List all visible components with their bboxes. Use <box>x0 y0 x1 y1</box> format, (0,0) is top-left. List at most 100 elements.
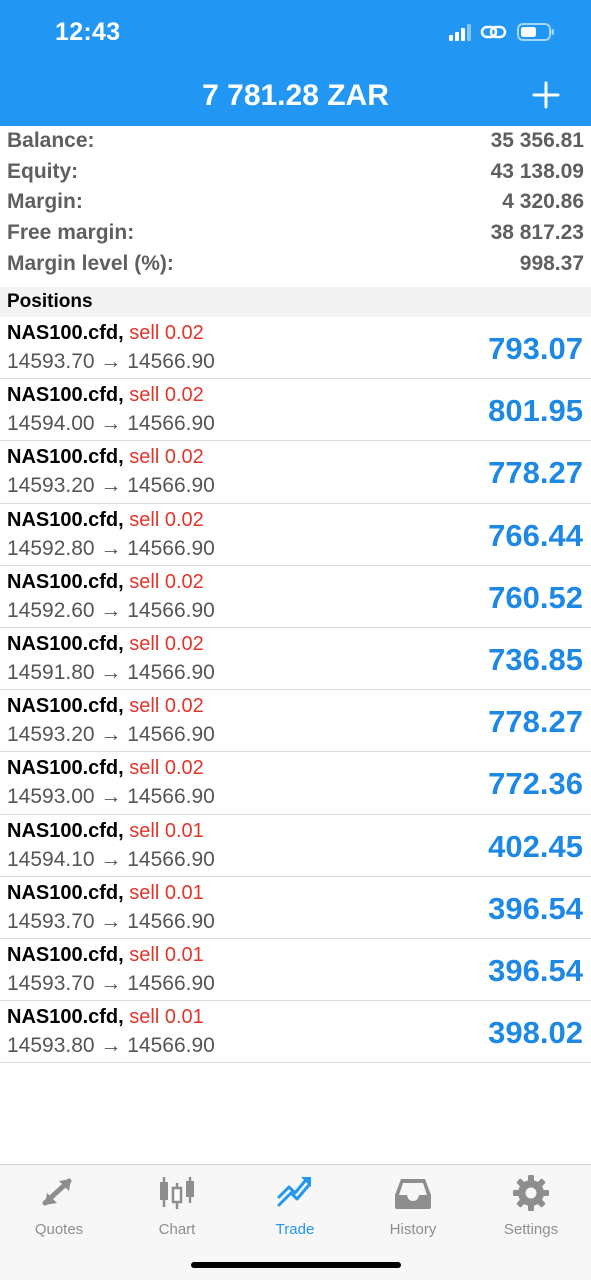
position-prices: 14593.70 → 14566.90 <box>7 350 215 373</box>
summary-value: 4 320.86 <box>502 190 584 214</box>
position-prices: 14593.00 → 14566.90 <box>7 785 215 809</box>
tab-quotes[interactable]: Quotes <box>0 1173 118 1238</box>
plus-icon[interactable] <box>531 80 561 110</box>
positions-list: NAS100.cfd, sell 0.02 14593.70 → 14566.90… <box>0 317 591 1064</box>
position-header: NAS100.cfd, sell 0.02 <box>7 383 204 407</box>
battery-icon <box>517 23 554 41</box>
position-header: NAS100.cfd, sell 0.02 <box>7 321 204 345</box>
position-header: NAS100.cfd, sell 0.01 <box>7 881 204 905</box>
summary-value: 38 817.23 <box>490 221 584 245</box>
position-profit: 778.27 <box>488 455 583 491</box>
settings-icon <box>513 1175 549 1211</box>
position-symbol: NAS100.cfd, <box>7 943 124 966</box>
position-type: sell 0.02 <box>129 570 204 593</box>
tab-settings[interactable]: Settings <box>472 1173 590 1238</box>
tab-trade[interactable]: Trade <box>236 1173 354 1238</box>
summary-label: Free margin: <box>7 221 135 245</box>
chart-icon <box>160 1177 194 1209</box>
position-row[interactable]: NAS100.cfd, sell 0.01 14593.70 → 14566.90… <box>0 939 591 1002</box>
position-symbol: NAS100.cfd, <box>7 446 124 469</box>
position-prices: 14593.20 → 14566.90 <box>7 723 215 747</box>
position-symbol: NAS100.cfd, <box>7 819 124 842</box>
position-profit: 760.52 <box>488 579 583 615</box>
app-header: 12:43 7 781.28 ZAR <box>0 0 591 126</box>
positions-section-header: Positions <box>0 287 591 317</box>
position-prices: 14593.70 → 14566.90 <box>7 971 215 995</box>
position-prices: 14594.00 → 14566.90 <box>7 412 215 436</box>
position-type: sell 0.01 <box>129 881 204 904</box>
position-symbol: NAS100.cfd, <box>7 881 124 904</box>
summary-label: Margin level (%): <box>7 251 174 275</box>
position-prices: 14592.80 → 14566.90 <box>7 536 215 560</box>
summary-row-free-margin: Free margin: 38 817.23 <box>0 218 591 249</box>
tab-label: History <box>389 1221 437 1238</box>
position-row[interactable]: NAS100.cfd, sell 0.02 14592.80 → 14566.90… <box>0 504 591 566</box>
position-header: NAS100.cfd, sell 0.02 <box>7 632 204 656</box>
position-symbol: NAS100.cfd, <box>7 384 124 407</box>
summary-label: Balance: <box>7 129 95 153</box>
summary-label: Equity: <box>7 159 79 183</box>
position-row[interactable]: NAS100.cfd, sell 0.01 14593.80 → 14566.90… <box>0 1001 591 1064</box>
position-symbol: NAS100.cfd, <box>7 322 124 344</box>
position-prices: 14593.70 → 14566.90 <box>7 909 215 933</box>
summary-row-margin-level: Margin level (%): 998.37 <box>0 248 591 279</box>
position-type: sell 0.01 <box>129 1006 204 1029</box>
position-row[interactable]: NAS100.cfd, sell 0.01 14594.10 → 14566.90… <box>0 815 591 877</box>
trade-icon <box>277 1177 311 1207</box>
position-symbol: NAS100.cfd, <box>7 757 124 780</box>
position-row[interactable]: NAS100.cfd, sell 0.01 14593.70 → 14566.90… <box>0 877 591 939</box>
position-type: sell 0.02 <box>129 695 204 718</box>
position-row[interactable]: NAS100.cfd, sell 0.02 14593.20 → 14566.90… <box>0 441 591 504</box>
position-row[interactable]: NAS100.cfd, sell 0.02 14591.80 → 14566.90… <box>0 628 591 691</box>
position-row[interactable]: NAS100.cfd, sell 0.02 14593.20 → 14566.90… <box>0 690 591 753</box>
tab-history[interactable]: History <box>354 1173 472 1238</box>
position-header: NAS100.cfd, sell 0.02 <box>7 508 204 532</box>
status-icons <box>449 22 555 42</box>
summary-row-equity: Equity: 43 138.09 <box>0 157 591 188</box>
position-type: sell 0.02 <box>129 322 204 344</box>
position-profit: 793.07 <box>488 331 583 366</box>
position-profit: 772.36 <box>488 766 583 802</box>
position-prices: 14594.10 → 14566.90 <box>7 847 215 871</box>
link-icon <box>480 25 507 39</box>
position-type: sell 0.02 <box>129 446 204 469</box>
account-equity-title: 7 781.28 ZAR <box>202 79 389 112</box>
position-header: NAS100.cfd, sell 0.02 <box>7 756 204 780</box>
summary-value: 43 138.09 <box>490 159 584 183</box>
position-prices: 14593.80 → 14566.90 <box>7 1034 215 1058</box>
position-symbol: NAS100.cfd, <box>7 508 124 531</box>
position-header: NAS100.cfd, sell 0.01 <box>7 819 204 843</box>
position-profit: 766.44 <box>488 517 583 553</box>
position-header: NAS100.cfd, sell 0.01 <box>7 943 204 967</box>
position-type: sell 0.01 <box>129 943 204 966</box>
position-row[interactable]: NAS100.cfd, sell 0.02 14594.00 → 14566.90… <box>0 379 591 442</box>
position-prices: 14593.20 → 14566.90 <box>7 474 215 498</box>
position-row[interactable]: NAS100.cfd, sell 0.02 14593.00 → 14566.90… <box>0 752 591 815</box>
position-header: NAS100.cfd, sell 0.02 <box>7 694 204 718</box>
summary-label: Margin: <box>7 190 83 214</box>
position-header: NAS100.cfd, sell 0.02 <box>7 570 204 594</box>
account-summary: Balance: 35 356.81 Equity: 43 138.09 Mar… <box>0 126 591 279</box>
tab-chart[interactable]: Chart <box>118 1173 236 1238</box>
position-profit: 801.95 <box>488 393 583 429</box>
quotes-icon <box>42 1178 72 1206</box>
position-type: sell 0.01 <box>129 819 204 842</box>
position-type: sell 0.02 <box>129 384 204 407</box>
position-row[interactable]: NAS100.cfd, sell 0.02 14592.60 → 14566.90… <box>0 566 591 628</box>
summary-value: 35 356.81 <box>490 129 584 153</box>
summary-value: 998.37 <box>519 251 584 275</box>
home-indicator[interactable] <box>191 1262 401 1268</box>
summary-row-margin: Margin: 4 320.86 <box>0 187 591 218</box>
position-header: NAS100.cfd, sell 0.02 <box>7 445 204 469</box>
position-symbol: NAS100.cfd, <box>7 570 124 593</box>
positions-title: Positions <box>7 291 93 312</box>
position-row[interactable]: NAS100.cfd, sell 0.02 14593.70 → 14566.90… <box>0 317 591 380</box>
tab-label: Settings <box>503 1221 559 1238</box>
tab-label: Trade <box>275 1221 315 1238</box>
summary-row-balance: Balance: 35 356.81 <box>0 126 591 157</box>
position-profit: 736.85 <box>488 641 583 677</box>
tab-label: Quotes <box>34 1221 84 1238</box>
position-type: sell 0.02 <box>129 757 204 780</box>
position-prices: 14591.80 → 14566.90 <box>7 660 215 684</box>
position-symbol: NAS100.cfd, <box>7 632 124 655</box>
